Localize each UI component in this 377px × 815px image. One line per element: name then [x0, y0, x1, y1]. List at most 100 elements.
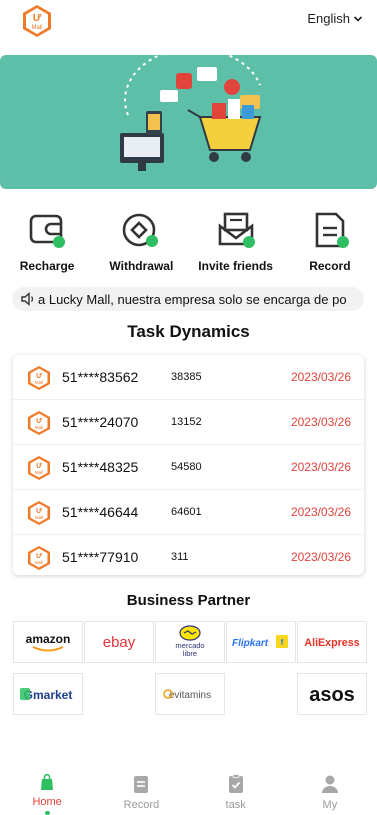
flipkart-logo: Flipkart f — [232, 635, 288, 649]
partner-flipkart[interactable]: Flipkart f — [226, 621, 296, 663]
svg-text:Mall: Mall — [35, 380, 43, 385]
recharge-label: Recharge — [19, 259, 75, 273]
header: Ư Mall English — [0, 0, 377, 44]
chevron-down-icon — [353, 15, 363, 22]
speaker-icon — [21, 291, 34, 307]
mall-avatar-icon: Ư Mall — [28, 366, 50, 390]
tab-record[interactable]: Record — [94, 763, 188, 815]
language-selector[interactable]: English — [307, 11, 363, 26]
account-id: 51****83562 — [62, 369, 139, 385]
amazon-logo: amazon — [26, 632, 71, 652]
table-row: Ư Mall 51****48325 54580 2023/03/26 — [13, 445, 364, 490]
partner-empty-slot — [84, 673, 154, 715]
task-date: 2023/03/26 — [290, 370, 351, 384]
svg-text:Mall: Mall — [35, 425, 43, 430]
tab-home-label: Home — [32, 795, 62, 808]
partner-evitamins[interactable]: evitamins — [155, 673, 225, 715]
svg-text:Mall: Mall — [35, 515, 43, 520]
tab-home[interactable]: Home — [0, 763, 94, 815]
asos-logo: asos — [309, 684, 355, 706]
invite-friends-label: Invite friends — [198, 259, 273, 273]
clipboard-icon — [134, 776, 149, 793]
language-label: English — [307, 11, 350, 26]
aliexpress-logo: AliExpress — [304, 637, 359, 649]
partner-amazon[interactable]: amazon — [13, 621, 83, 663]
quick-actions: Recharge Withdrawal Invite friends Recor… — [0, 210, 377, 280]
mall-avatar-icon: Ư Mall — [28, 501, 50, 525]
notice-text: a Lucky Mall, nuestra empresa solo se en… — [38, 291, 347, 307]
partner-empty-slot — [226, 673, 296, 715]
table-row: Ư Mall 51****46644 64601 2023/03/26 — [13, 490, 364, 535]
mall-avatar-icon: Ư Mall — [28, 456, 50, 480]
account-id: 51****77910 — [62, 549, 139, 565]
record-label: Record — [309, 259, 351, 273]
svg-text:Mall: Mall — [35, 470, 43, 475]
tab-record-label: Record — [123, 799, 160, 811]
partner-gmarket[interactable]: Gmarket — [13, 673, 83, 715]
svg-text:Ư: Ư — [33, 13, 42, 24]
document-icon — [315, 212, 349, 248]
partner-asos[interactable]: asos — [297, 673, 367, 715]
task-amount: 311 — [171, 551, 189, 563]
svg-text:amazon: amazon — [26, 632, 71, 646]
task-amount: 54580 — [171, 461, 202, 473]
svg-text:Mall: Mall — [31, 25, 42, 31]
svg-text:f: f — [281, 638, 284, 647]
notice-bar[interactable]: a Lucky Mall, nuestra empresa solo se en… — [12, 287, 364, 311]
business-partner-title: Business Partner — [126, 592, 251, 609]
account-id: 51****48325 — [62, 459, 139, 475]
table-row: Ư Mall 51****77910 311 2023/03/26 — [13, 535, 364, 575]
partner-logo-grid: amazon ebay mercado libre Flipkart f Ali… — [13, 621, 367, 715]
tab-task[interactable]: task — [189, 763, 283, 815]
envelope-icon — [218, 212, 255, 248]
withdrawal-button[interactable]: Withdrawal — [94, 210, 188, 280]
table-row: Ư Mall 51****83562 38385 2023/03/26 — [13, 355, 364, 400]
task-amount: 13152 — [171, 416, 202, 428]
task-date: 2023/03/26 — [290, 415, 351, 429]
task-amount: 64601 — [171, 506, 202, 518]
mall-logo[interactable]: Ư Mall — [20, 4, 54, 38]
wallet-icon — [29, 214, 66, 248]
table-row: Ư Mall 51****24070 13152 2023/03/26 — [13, 400, 364, 445]
svg-text:Ư: Ư — [36, 553, 42, 560]
tab-task-label: task — [225, 799, 246, 811]
mall-avatar-icon: Ư Mall — [28, 411, 50, 435]
bottom-tab-bar: Home Record task My — [0, 763, 377, 815]
active-tab-dot — [44, 810, 50, 815]
shopping-illustration — [120, 55, 262, 171]
evitamins-logo: evitamins — [163, 689, 211, 701]
svg-text:Ư: Ư — [36, 463, 42, 470]
recharge-button[interactable]: Recharge — [0, 210, 94, 280]
task-dynamics-title: Task Dynamics — [127, 322, 250, 341]
task-dynamics-list: Ư Mall 51****83562 38385 2023/03/26 Ư Ma… — [13, 355, 364, 575]
gmarket-logo: Gmarket — [20, 688, 73, 702]
task-date: 2023/03/26 — [290, 505, 351, 519]
svg-text:Ư: Ư — [36, 508, 42, 515]
svg-text:AliExpress: AliExpress — [304, 637, 359, 649]
svg-text:ebay: ebay — [103, 634, 136, 651]
ebay-logo: ebay — [103, 634, 136, 651]
svg-text:evitamins: evitamins — [169, 690, 211, 701]
promo-banner[interactable] — [0, 55, 377, 189]
user-icon — [321, 775, 338, 793]
partner-aliexpress[interactable]: AliExpress — [297, 621, 367, 663]
svg-text:Flipkart: Flipkart — [232, 638, 269, 649]
invite-friends-button[interactable]: Invite friends — [189, 210, 283, 280]
svg-text:Ư: Ư — [36, 418, 42, 425]
svg-text:asos: asos — [309, 684, 355, 706]
partner-mercado-libre[interactable]: mercado libre — [155, 621, 225, 663]
mercado-libre-logo: mercado libre — [175, 625, 205, 658]
record-button[interactable]: Record — [283, 210, 377, 280]
tab-my[interactable]: My — [283, 763, 377, 815]
shopping-bag-icon — [41, 774, 54, 791]
svg-text:Mall: Mall — [35, 560, 43, 565]
tab-my-label: My — [322, 799, 338, 811]
withdraw-icon — [123, 213, 159, 247]
svg-text:Gmarket: Gmarket — [24, 688, 73, 702]
task-amount: 38385 — [171, 371, 202, 383]
task-date: 2023/03/26 — [290, 460, 351, 474]
account-id: 51****24070 — [62, 414, 139, 430]
partner-ebay[interactable]: ebay — [84, 621, 154, 663]
svg-text:libre: libre — [183, 649, 197, 658]
svg-text:Ư: Ư — [36, 373, 42, 380]
